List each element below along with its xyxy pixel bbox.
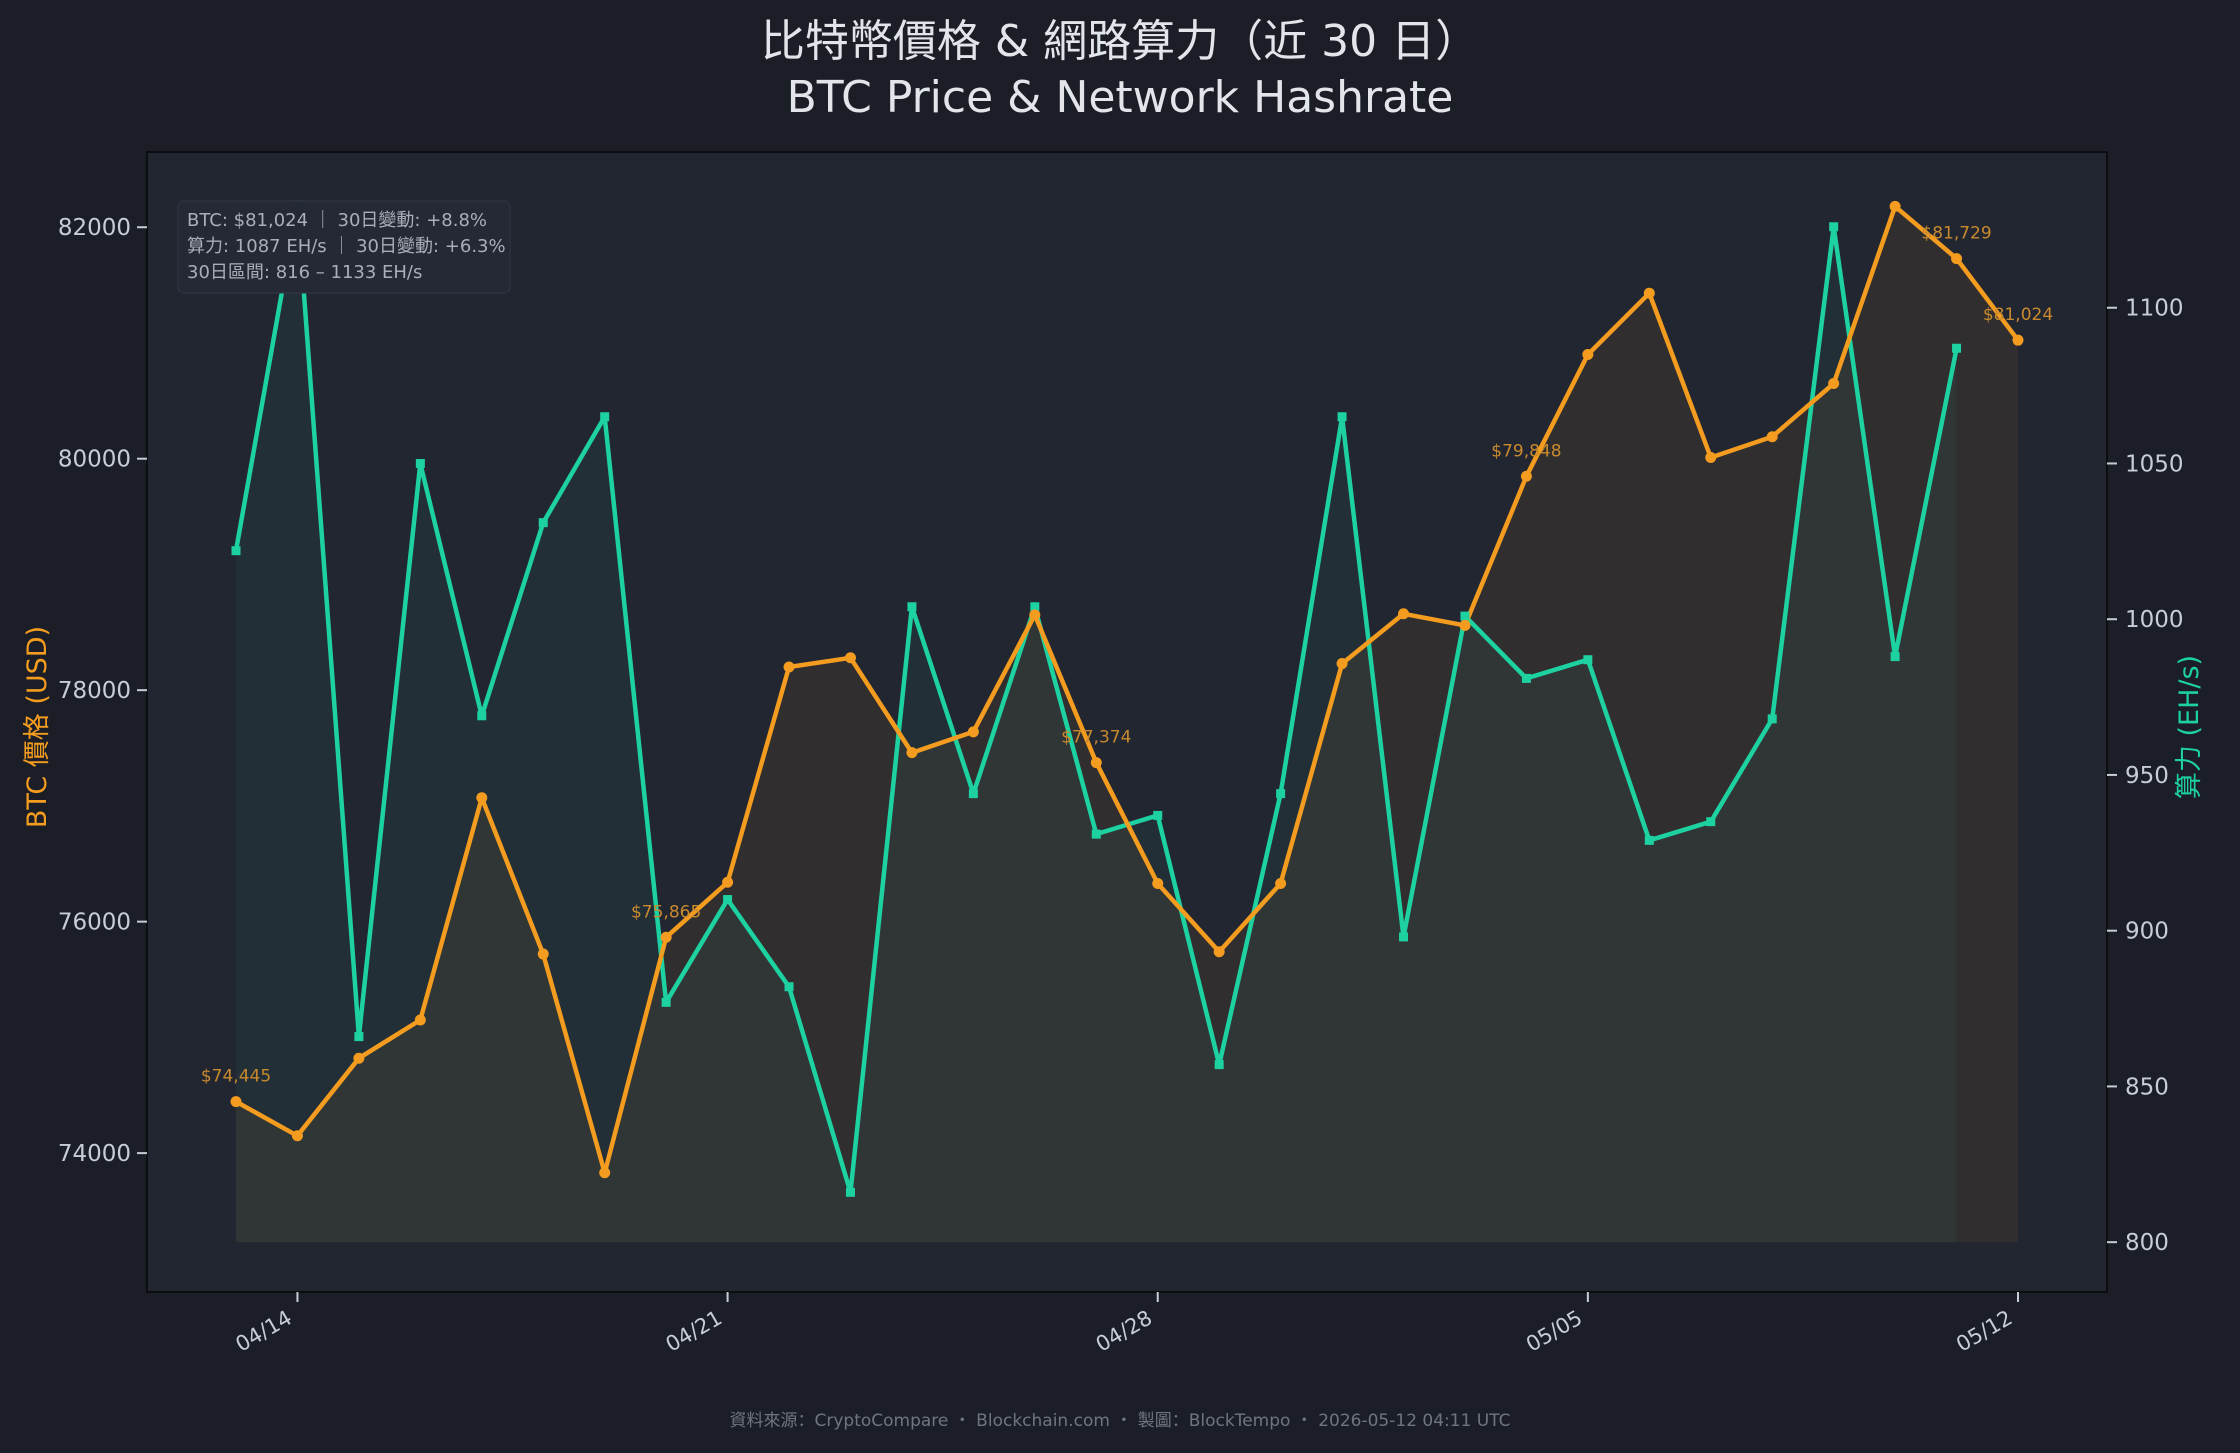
y-left-tick-label: 76000 xyxy=(58,910,131,936)
price-point xyxy=(537,948,549,960)
hashrate-point xyxy=(723,895,733,905)
hashrate-point xyxy=(1460,611,1470,621)
hashrate-point xyxy=(1767,714,1777,724)
price-annotation: $77,374 xyxy=(1061,728,1131,748)
price-point xyxy=(1705,452,1717,464)
hashrate-point xyxy=(1091,829,1101,839)
y-right-tick-label: 850 xyxy=(2125,1074,2169,1100)
price-annotation: $74,445 xyxy=(201,1067,271,1087)
hashrate-point xyxy=(1644,835,1654,845)
price-annotation: $81,024 xyxy=(1983,305,2053,325)
y-left-tick-label: 74000 xyxy=(58,1141,131,1167)
price-point xyxy=(476,792,488,804)
hashrate-point xyxy=(784,982,794,992)
hashrate-point xyxy=(1399,932,1409,942)
y-left-axis-label: BTC 價格 (USD) xyxy=(22,626,53,828)
chart-title-en: BTC Price & Network Hashrate xyxy=(787,72,1454,123)
price-point xyxy=(1889,200,1901,212)
hashrate-point xyxy=(1952,343,1962,353)
hashrate-point xyxy=(1214,1060,1224,1070)
price-point xyxy=(1828,377,1840,389)
hashrate-point xyxy=(354,1032,364,1042)
y-right-tick-label: 1100 xyxy=(2125,296,2184,322)
price-point xyxy=(1213,946,1225,958)
price-point xyxy=(660,931,672,943)
hashrate-point xyxy=(1153,810,1163,820)
hashrate-point xyxy=(600,412,610,422)
info-box-line-2: 算力: 1087 EH/s ｜ 30日變動: +6.3% xyxy=(187,236,506,257)
hashrate-point xyxy=(968,789,978,799)
price-annotation: $75,865 xyxy=(631,902,701,922)
price-point xyxy=(1951,253,1963,265)
info-box-line-1: BTC: $81,024 ｜ 30日變動: +8.8% xyxy=(187,210,487,231)
price-annotation: $79,848 xyxy=(1491,441,1561,461)
hashrate-point xyxy=(477,711,487,721)
hashrate-point xyxy=(845,1187,855,1197)
hashrate-point xyxy=(1521,673,1531,683)
price-point xyxy=(2012,334,2024,346)
hashrate-point xyxy=(231,546,241,556)
price-point xyxy=(291,1130,303,1142)
hashrate-point xyxy=(1583,655,1593,665)
hashrate-point xyxy=(661,997,671,1007)
price-point xyxy=(1459,619,1471,631)
y-right-tick-label: 1050 xyxy=(2125,451,2184,477)
info-box-line-3: 30日區間: 816 – 1133 EH/s xyxy=(187,262,422,283)
price-point xyxy=(599,1167,611,1179)
price-point xyxy=(230,1096,242,1108)
price-point xyxy=(1275,877,1287,889)
y-right-tick-label: 800 xyxy=(2125,1230,2169,1256)
hashrate-point xyxy=(1276,789,1286,799)
y-right-axis-label: 算力 (EH/s) xyxy=(2174,655,2205,799)
price-point xyxy=(1336,658,1348,670)
hashrate-point xyxy=(538,518,548,528)
price-point xyxy=(1029,609,1041,621)
y-right-tick-label: 950 xyxy=(2125,763,2169,789)
hashrate-point xyxy=(1890,652,1900,662)
chart-canvas: 比特幣價格 & 網路算力（近 30 日） BTC Price & Network… xyxy=(0,0,2240,1453)
price-annotation: $81,729 xyxy=(1921,224,1991,244)
price-point xyxy=(783,661,795,673)
price-point xyxy=(1582,349,1594,361)
hashrate-point xyxy=(907,602,917,612)
hashrate-point xyxy=(415,458,425,468)
info-box: BTC: $81,024 ｜ 30日變動: +8.8% 算力: 1087 EH/… xyxy=(177,200,511,294)
y-left-tick-label: 82000 xyxy=(58,215,131,241)
hashrate-point xyxy=(1829,222,1839,232)
price-point xyxy=(722,876,734,888)
price-point xyxy=(1152,877,1164,889)
price-point xyxy=(844,652,856,664)
hashrate-point xyxy=(1337,412,1347,422)
price-point xyxy=(1643,287,1655,299)
price-point xyxy=(906,747,918,759)
price-point xyxy=(967,726,979,738)
chart-title-zh: 比特幣價格 & 網路算力（近 30 日） xyxy=(761,16,1479,67)
price-point xyxy=(414,1014,426,1026)
y-left-tick-label: 80000 xyxy=(58,447,131,473)
y-right-tick-label: 900 xyxy=(2125,919,2169,945)
hashrate-point xyxy=(1706,817,1716,827)
y-right-tick-label: 1000 xyxy=(2125,607,2184,633)
price-point xyxy=(1398,608,1410,620)
y-left-tick-label: 78000 xyxy=(58,678,131,704)
price-point xyxy=(1090,757,1102,769)
price-point xyxy=(353,1052,365,1064)
price-point xyxy=(1766,431,1778,443)
footer-source: 資料來源：CryptoCompare ・ Blockchain.com ・ 製圖… xyxy=(729,1411,1510,1431)
price-point xyxy=(1520,470,1532,482)
